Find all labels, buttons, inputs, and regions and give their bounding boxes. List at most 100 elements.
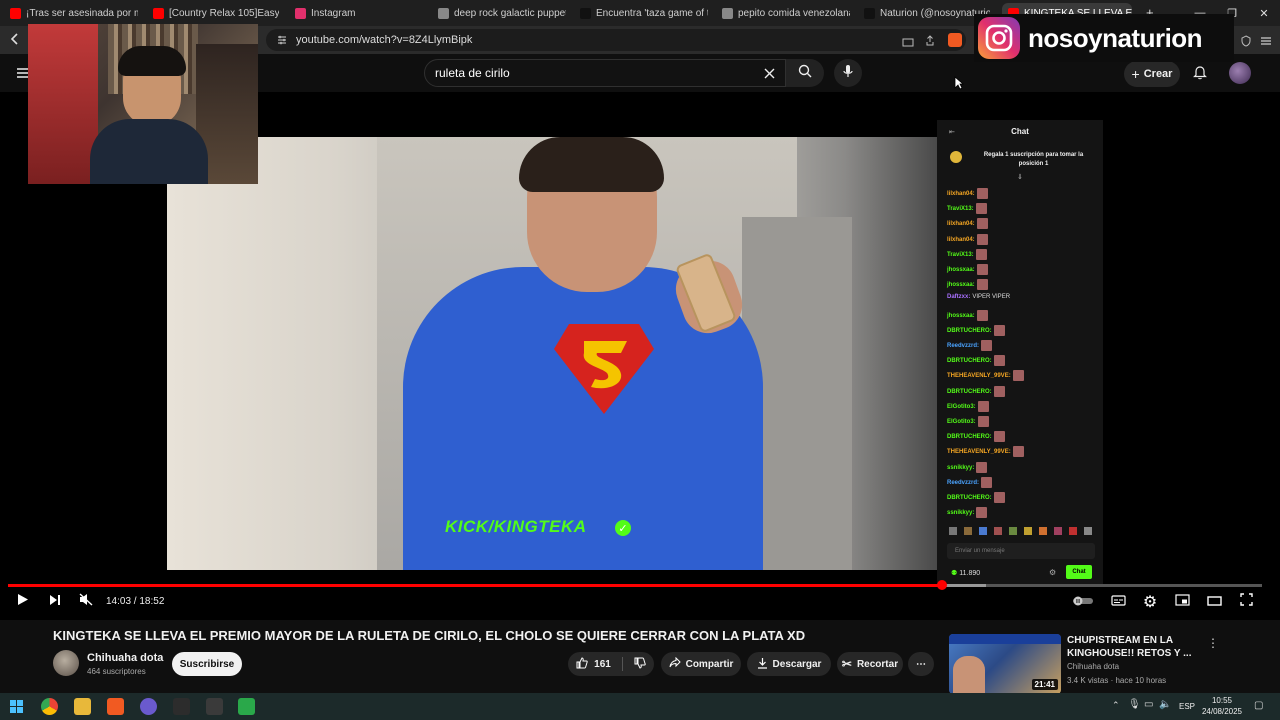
- chrome-icon[interactable]: [41, 698, 58, 715]
- recommended-thumbnail[interactable]: 21:41: [949, 634, 1061, 694]
- tab-label: ¡Tras ser asesinada por mi herm: [26, 7, 138, 19]
- chat-username[interactable]: DBRTUCHERO:: [947, 358, 992, 364]
- browser-tab[interactable]: Naturion (@nosoynaturion): [864, 3, 990, 23]
- chat-settings-icon[interactable]: ⚙: [1049, 568, 1056, 577]
- address-bar[interactable]: youtube.com/watch?v=8Z4LlymBipk: [266, 29, 966, 51]
- chat-username[interactable]: DBRTUCHERO:: [947, 434, 992, 440]
- chat-username[interactable]: THEHEAVENLY_99VE:: [947, 373, 1011, 379]
- chat-username[interactable]: DBRTUCHERO:: [947, 389, 992, 395]
- voice-search-button[interactable]: [834, 59, 862, 87]
- create-button[interactable]: + Crear: [1124, 61, 1180, 87]
- chat-message: DBRTUCHERO:: [947, 492, 1005, 503]
- chat-username[interactable]: lilxhan04:: [947, 221, 975, 227]
- search-button[interactable]: [786, 59, 824, 87]
- app-icon-red-green[interactable]: [206, 698, 223, 715]
- chat-username[interactable]: jhossxaa:: [947, 313, 975, 319]
- miniplayer-button[interactable]: [1171, 592, 1193, 612]
- channel-avatar[interactable]: [53, 650, 79, 676]
- clock[interactable]: 10:55 24/08/2025: [1200, 695, 1244, 717]
- tray-expand-icon[interactable]: ⌃: [1112, 700, 1120, 711]
- subtitles-button[interactable]: [1107, 592, 1129, 612]
- site-settings-icon[interactable]: [276, 34, 288, 49]
- chat-username[interactable]: jhossxaa:: [947, 282, 975, 288]
- search-input[interactable]: ruleta de cirilo: [424, 59, 786, 87]
- settings-button[interactable]: ⚙: [1139, 592, 1161, 612]
- like-button[interactable]: 161: [576, 656, 611, 672]
- video-progress-bar[interactable]: [8, 580, 1262, 590]
- streamer-webcam: [28, 24, 258, 184]
- chat-username[interactable]: ssnikkyy:: [947, 465, 974, 471]
- clear-search-icon[interactable]: [763, 67, 776, 83]
- subscribe-button[interactable]: Suscribirse: [172, 652, 242, 676]
- brave-browser-icon[interactable]: [107, 698, 124, 715]
- browser-tab[interactable]: Instagram: [295, 3, 425, 23]
- language-indicator[interactable]: ESP: [1179, 702, 1195, 711]
- chat-username[interactable]: ElGotito3:: [947, 419, 976, 425]
- download-button[interactable]: Descargar: [747, 652, 831, 676]
- recommended-title[interactable]: CHUPISTREAM EN LA KINGHOUSE!! RETOS Y ..…: [1067, 634, 1191, 660]
- chat-username[interactable]: ElGotito3:: [947, 404, 976, 410]
- back-icon[interactable]: [8, 32, 22, 51]
- chat-message: TraviX13:: [947, 203, 987, 215]
- browser-tab[interactable]: ¡Tras ser asesinada por mi herm: [10, 3, 138, 23]
- windows-start-icon[interactable]: [8, 698, 25, 715]
- scissors-icon: ✂: [841, 657, 852, 671]
- chat-username[interactable]: Daftzxx:: [947, 294, 970, 300]
- video-frame[interactable]: KICK/KINGTEKA ✓: [167, 137, 937, 570]
- share-button[interactable]: Compartir: [661, 652, 741, 676]
- chat-username[interactable]: lilxhan04:: [947, 237, 975, 243]
- browser-tab[interactable]: Encuentra 'taza game of throne: [580, 3, 708, 23]
- tray-microphone-icon[interactable]: 🎙: [1128, 699, 1141, 710]
- app-icon-green[interactable]: [238, 698, 255, 715]
- fullscreen-button[interactable]: [1235, 592, 1257, 612]
- chat-message: THEHEAVENLY_99VE:: [947, 446, 1024, 458]
- chat-username[interactable]: ssnikkyy:: [947, 510, 974, 516]
- verified-check-icon: ✓: [615, 520, 631, 536]
- chat-message-input[interactable]: Enviar un mensaje: [947, 543, 1095, 559]
- chat-username[interactable]: DBRTUCHERO:: [947, 328, 992, 334]
- file-explorer-icon[interactable]: [74, 698, 91, 715]
- chat-username[interactable]: THEHEAVENLY_99VE:: [947, 449, 1011, 455]
- discord-icon[interactable]: [140, 698, 157, 715]
- mute-button[interactable]: [75, 592, 97, 612]
- volume-icon[interactable]: 🔈: [1159, 699, 1171, 710]
- browser-tab[interactable]: pepito comida venezolana - Bú: [722, 3, 850, 23]
- notifications-icon[interactable]: ▢: [1254, 700, 1263, 711]
- browser-tab[interactable]: deep rock galactic puppet - Bu: [438, 3, 566, 23]
- theater-mode-button[interactable]: [1203, 592, 1225, 612]
- chat-username[interactable]: lilxhan04:: [947, 191, 975, 197]
- time-display: 14:03 / 18:52: [106, 596, 165, 607]
- cast-icon[interactable]: [902, 35, 914, 53]
- clip-button[interactable]: ✂ Recortar: [837, 652, 903, 676]
- close-window-button[interactable]: ✕: [1248, 0, 1280, 26]
- play-button[interactable]: [12, 592, 34, 612]
- obs-icon[interactable]: [173, 698, 190, 715]
- chat-message: ElGotito3:: [947, 416, 989, 427]
- download-icon: [757, 657, 768, 672]
- browser-tab[interactable]: [Country Relax 105]Easyge: [153, 3, 279, 23]
- network-icon[interactable]: ▭: [1144, 699, 1153, 710]
- recommended-channel[interactable]: Chihuaha dota: [1067, 662, 1119, 671]
- next-button[interactable]: [44, 592, 66, 612]
- chat-send-button[interactable]: Chat: [1066, 565, 1092, 579]
- share-page-icon[interactable]: [924, 34, 936, 52]
- brave-shield-icon[interactable]: [948, 33, 962, 47]
- chat-username[interactable]: Reedvzzrd:: [947, 480, 979, 486]
- browser-menu-icon[interactable]: [1260, 34, 1272, 52]
- chat-username[interactable]: TraviX13:: [947, 252, 974, 258]
- channel-name[interactable]: Chihuaha dota: [87, 652, 163, 664]
- chat-username[interactable]: TraviX13:: [947, 206, 974, 212]
- more-actions-button[interactable]: ⋯: [908, 652, 934, 676]
- dislike-button[interactable]: [634, 657, 646, 672]
- chat-message: DBRTUCHERO:: [947, 324, 1005, 336]
- chat-emote-icon: [976, 233, 988, 245]
- chat-username[interactable]: Reedvzzrd:: [947, 343, 979, 349]
- user-avatar[interactable]: [1229, 62, 1251, 84]
- notifications-bell-icon[interactable]: [1193, 65, 1207, 85]
- vpn-shield-icon[interactable]: [1240, 34, 1252, 52]
- chat-username[interactable]: jhossxaa:: [947, 267, 975, 273]
- chat-emote-icon: [993, 431, 1005, 443]
- autoplay-toggle[interactable]: [1072, 592, 1094, 612]
- chat-username[interactable]: DBRTUCHERO:: [947, 495, 992, 501]
- recommended-more-icon[interactable]: ⋮: [1207, 636, 1219, 650]
